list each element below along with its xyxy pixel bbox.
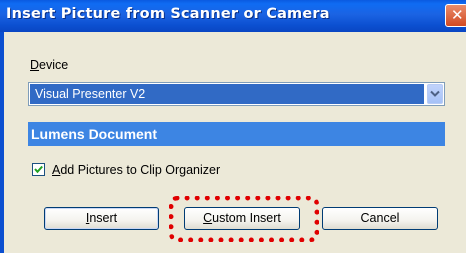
checkmark-icon (34, 165, 43, 174)
add-to-clip-organizer-checkbox[interactable] (32, 163, 45, 176)
chevron-down-icon (430, 90, 440, 97)
window-frame-left (0, 32, 4, 253)
device-label-rest: evice (39, 58, 69, 72)
device-label: Device (30, 58, 68, 72)
section-header: Lumens Document (28, 122, 445, 146)
device-label-mnemonic: D (30, 58, 40, 72)
close-icon: ✕ (451, 6, 464, 24)
highlight-annotation (169, 196, 319, 242)
option-label-rest: dd Pictures to Clip Organizer (60, 163, 221, 177)
device-select[interactable]: Visual Presenter V2 (28, 82, 445, 106)
insert-label-rest: nsert (89, 211, 118, 225)
title-bar[interactable]: Insert Picture from Scanner or Camera ✕ (0, 0, 466, 32)
device-select-value: Visual Presenter V2 (30, 84, 424, 104)
dialog-window: Insert Picture from Scanner or Camera ✕ … (0, 0, 466, 253)
add-to-clip-organizer-label[interactable]: Add Pictures to Clip Organizer (52, 163, 220, 177)
window-title: Insert Picture from Scanner or Camera (6, 6, 330, 22)
close-button[interactable]: ✕ (445, 4, 466, 27)
insert-button[interactable]: Insert (44, 207, 159, 230)
dropdown-button[interactable] (427, 84, 443, 104)
cancel-button[interactable]: Cancel (322, 207, 438, 230)
